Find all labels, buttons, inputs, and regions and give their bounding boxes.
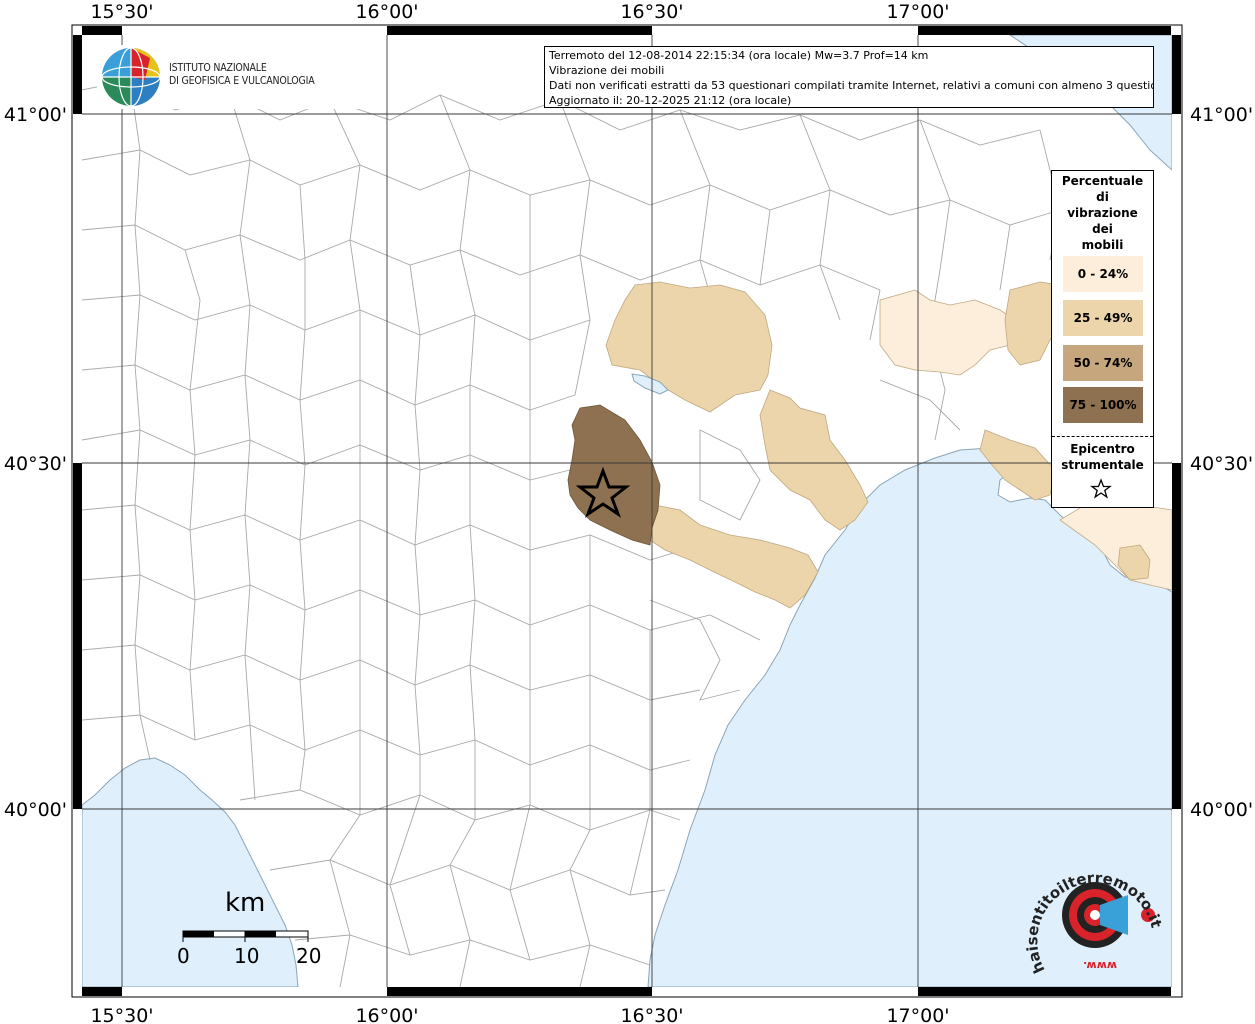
tick-label-top-3: 16°30' [620, 1, 683, 23]
map: 15°30' 16°00' 16°30' 17°00' 15°30' 16°00… [4, 1, 1253, 1024]
scale-unit: km [225, 888, 266, 918]
tick-label-bottom-4: 17°00' [886, 1005, 949, 1024]
legend: Percentuale di vibrazione dei mobili 0 -… [1051, 170, 1154, 508]
legend-class-50-74: 50 - 74% [1063, 345, 1143, 381]
tick-label-top-1: 15°30' [90, 1, 153, 23]
legend-title-line: vibrazione [1067, 206, 1138, 220]
legend-title: Percentuale di vibrazione dei mobili [1052, 171, 1153, 253]
event-info-box: Terremoto del 12-08-2014 22:15:34 (ora l… [544, 46, 1154, 108]
legend-class-25-49: 25 - 49% [1063, 300, 1143, 336]
legend-title-line: dei [1092, 222, 1113, 236]
star-icon [1090, 478, 1112, 499]
tick-label-left-2: 40°30' [4, 453, 67, 475]
scale-tick-20: 20 [296, 944, 322, 968]
tick-label-top-2: 16°00' [355, 1, 418, 23]
tick-label-top-4: 17°00' [886, 1, 949, 23]
tick-labels-bottom: 15°30' 16°00' 16°30' 17°00' [90, 1005, 949, 1024]
data-note: Dati non verificati estratti da 53 quest… [549, 79, 1154, 92]
legend-separator [1052, 436, 1153, 437]
tick-label-bottom-1: 15°30' [90, 1005, 153, 1024]
legend-title-line: Percentuale [1061, 174, 1144, 188]
tick-label-bottom-3: 16°30' [620, 1005, 683, 1024]
legend-epicenter-line: strumentale [1061, 458, 1144, 472]
tick-label-right-1: 41°00' [1190, 104, 1253, 126]
tick-label-right-2: 40°30' [1190, 453, 1253, 475]
legend-epicenter-label: Epicentro strumentale [1052, 441, 1153, 473]
ingv-logo-text: ISTITUTO NAZIONALE DI GEOFISICA E VULCAN… [169, 62, 315, 88]
event-title: Terremoto del 12-08-2014 22:15:34 (ora l… [549, 49, 929, 62]
map-parameter: Vibrazione dei mobili [549, 64, 665, 77]
ingv-logo-line2: DI GEOFISICA E VULCANOLOGIA [169, 75, 315, 87]
tick-label-left-1: 41°00' [4, 104, 67, 126]
tick-label-left-3: 40°00' [4, 799, 67, 821]
scale-tick-0: 0 [177, 944, 190, 968]
legend-class-0-24: 0 - 24% [1063, 256, 1143, 292]
legend-title-line: mobili [1081, 238, 1124, 252]
tick-labels-left: 41°00' 40°30' 40°00' [4, 104, 67, 821]
watermark-url: www. [1083, 959, 1117, 972]
scale-tick-10: 10 [234, 944, 260, 968]
ingv-globe-icon [101, 47, 161, 107]
update-time: Aggiornato il: 20-12-2025 21:12 (ora loc… [549, 94, 792, 107]
legend-class-75-100: 75 - 100% [1063, 387, 1143, 423]
tick-labels-right: 41°00' 40°30' 40°00' [1190, 104, 1253, 821]
tick-labels-top: 15°30' 16°00' 16°30' 17°00' [90, 1, 949, 23]
legend-epicenter-line: Epicentro [1070, 442, 1135, 456]
tick-label-right-3: 40°00' [1190, 799, 1253, 821]
tick-label-bottom-2: 16°00' [355, 1005, 418, 1024]
ingv-logo-line1: ISTITUTO NAZIONALE [169, 62, 267, 74]
legend-title-line: di [1096, 190, 1109, 204]
